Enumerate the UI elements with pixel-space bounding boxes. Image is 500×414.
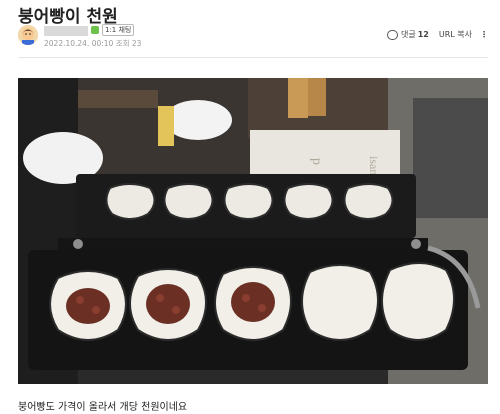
post-date: 2022.10.24. 00:10 — [44, 39, 114, 48]
header-divider — [18, 57, 488, 58]
post-body-text: 붕어빵도 가격이 올라서 개당 천원이네요 — [18, 402, 188, 413]
svg-text:isan: isan — [367, 156, 381, 175]
url-copy-button[interactable]: URL 복사 — [439, 29, 472, 40]
view-count: 조회 23 — [115, 39, 142, 48]
post-actions: 댓글 12 URL 복사 ⋮ — [386, 29, 488, 40]
level-icon — [91, 26, 99, 34]
comments-label[interactable]: 댓글 — [401, 29, 416, 40]
post-meta: 1:1 채팅 2022.10.24. 00:10 조회 23 댓글 12 URL 복… — [18, 24, 488, 50]
post-date-views: 2022.10.24. 00:10 조회 23 — [44, 38, 141, 49]
svg-text:p: p — [309, 158, 324, 165]
author-name-redacted[interactable] — [44, 26, 88, 36]
comments-count[interactable]: 12 — [418, 30, 429, 39]
post-photo[interactable]: p isan — [18, 78, 488, 384]
kebab-icon[interactable]: ⋮ — [480, 30, 488, 39]
author-avatar[interactable] — [18, 25, 38, 45]
chat-badge[interactable]: 1:1 채팅 — [102, 24, 135, 36]
comment-icon[interactable] — [386, 29, 398, 40]
